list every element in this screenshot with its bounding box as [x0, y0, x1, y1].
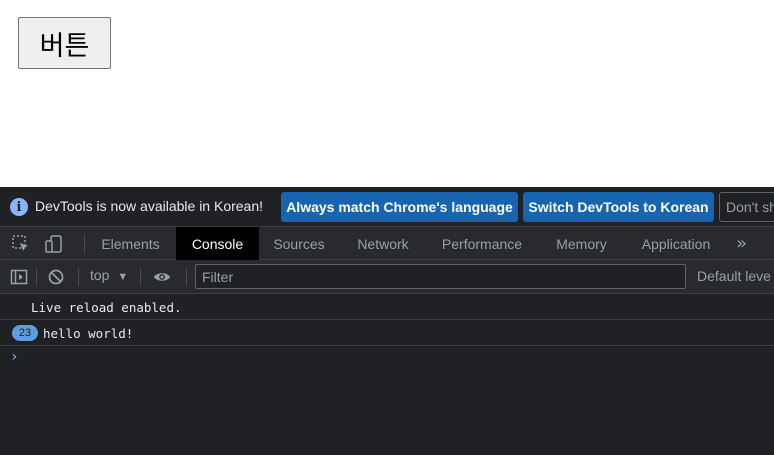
toolbar-divider — [36, 268, 37, 286]
tab-sources[interactable]: Sources — [261, 227, 337, 260]
dropdown-arrow-icon: ▼ — [117, 271, 129, 283]
tab-network[interactable]: Network — [342, 227, 424, 260]
devtools-tabbar: Elements Console Sources Network Perform… — [0, 227, 774, 260]
console-message: 23 hello world! — [0, 320, 774, 346]
info-icon: i — [10, 198, 28, 216]
clear-console-icon[interactable] — [47, 268, 65, 286]
always-match-language-button[interactable]: Always match Chrome's language — [281, 192, 518, 222]
tab-memory[interactable]: Memory — [543, 227, 620, 260]
dont-show-again-button[interactable]: Don't sh — [719, 192, 774, 222]
tab-performance[interactable]: Performance — [430, 227, 534, 260]
log-levels-dropdown[interactable]: Default leve — [697, 268, 771, 284]
filter-input[interactable] — [195, 264, 686, 289]
sidebar-toggle-icon[interactable] — [10, 268, 28, 286]
device-toolbar-icon[interactable] — [44, 234, 64, 254]
page-button[interactable]: 버튼 — [18, 17, 111, 69]
toolbar-divider — [186, 268, 187, 286]
live-expression-eye-icon[interactable] — [153, 268, 171, 286]
infobar-message: DevTools is now available in Korean! — [35, 198, 264, 214]
toolbar-divider — [78, 268, 79, 286]
console-message-text: Live reload enabled. — [31, 300, 182, 315]
inspect-element-icon[interactable] — [11, 234, 31, 254]
more-tabs-icon[interactable]: » — [736, 233, 747, 254]
context-label: top — [90, 267, 110, 283]
console-output: Live reload enabled. 23 hello world! › — [0, 294, 774, 455]
page-content: 버튼 — [0, 0, 774, 187]
toolbar-divider — [140, 268, 141, 286]
console-message: Live reload enabled. — [0, 294, 774, 320]
context-selector[interactable]: top ▼ — [90, 267, 128, 283]
language-infobar: i DevTools is now available in Korean! A… — [0, 187, 774, 227]
tabbar-divider — [84, 234, 85, 254]
console-message-text: hello world! — [43, 326, 134, 341]
tab-application[interactable]: Application — [628, 227, 724, 260]
console-prompt-icon[interactable]: › — [10, 349, 18, 365]
devtools-panel: i DevTools is now available in Korean! A… — [0, 187, 774, 455]
switch-to-korean-button[interactable]: Switch DevTools to Korean — [523, 192, 714, 222]
repeat-count-badge: 23 — [12, 325, 38, 341]
tab-console[interactable]: Console — [176, 227, 259, 260]
console-toolbar: top ▼ Default leve — [0, 260, 774, 294]
tab-elements[interactable]: Elements — [88, 227, 173, 260]
